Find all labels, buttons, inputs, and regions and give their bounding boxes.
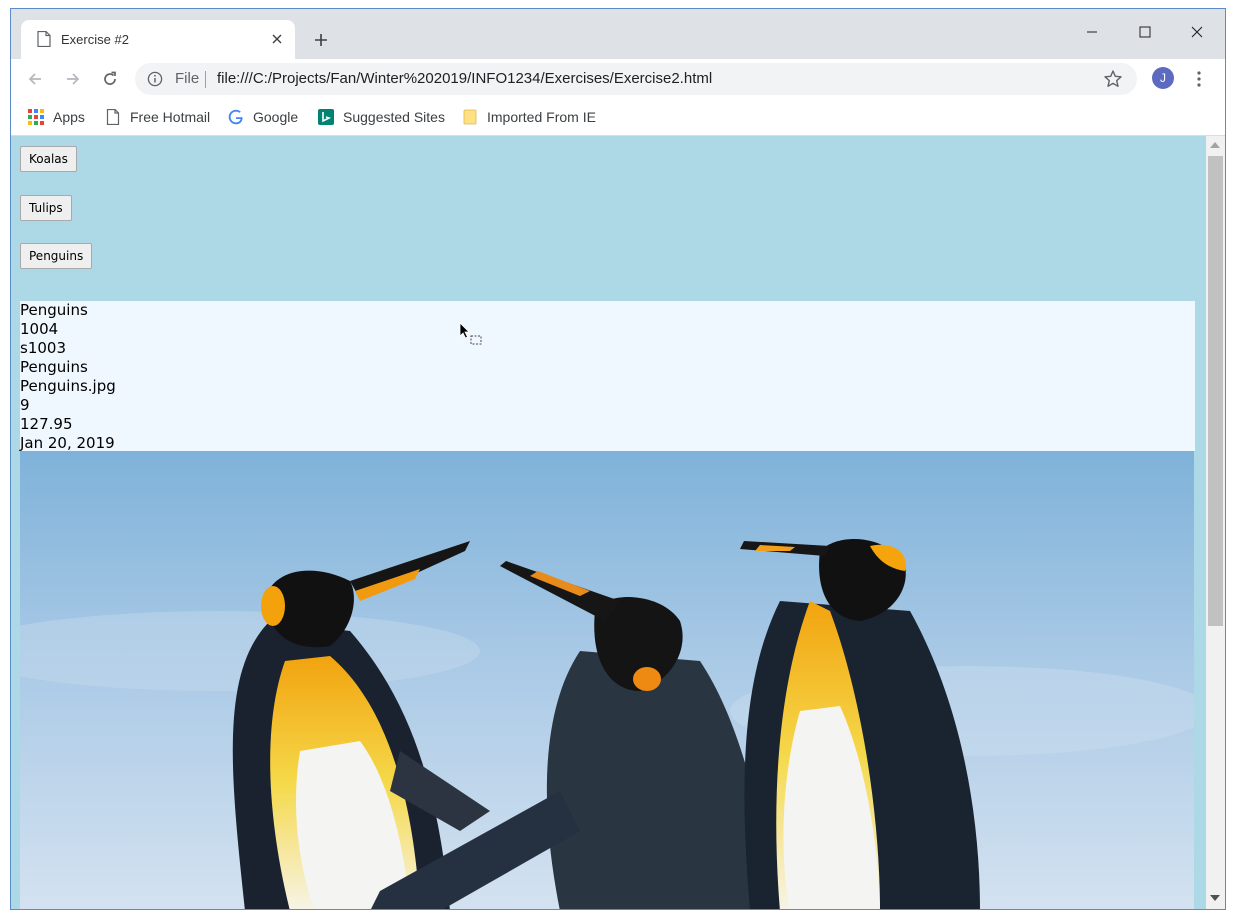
koalas-button[interactable]: Koalas [20,146,77,172]
forward-arrow-icon[interactable] [61,67,85,91]
bookmark-label: Imported From IE [487,109,596,125]
window-close-icon[interactable] [1174,17,1220,47]
browser-window: Exercise #2 File file:///C:/Projects/Fan… [10,8,1226,910]
bing-icon [318,109,334,125]
tulips-button[interactable]: Tulips [20,195,72,221]
info-icon[interactable] [147,71,163,87]
back-arrow-icon[interactable] [23,67,47,91]
vertical-scrollbar[interactable] [1206,136,1225,909]
detail-code: s1003 [20,339,66,357]
scheme-label: File [175,70,200,87]
page-icon [106,109,120,125]
new-tab-plus-icon[interactable] [309,28,333,52]
tab-strip: Exercise #2 [11,9,1225,59]
tab-title: Exercise #2 [61,32,129,47]
apps-grid-icon [28,109,44,125]
details-panel: Penguins 1004 s1003 Penguins Penguins.jp… [20,301,1195,452]
bookmark-google[interactable]: Google [228,107,298,127]
maximize-icon[interactable] [1122,17,1168,47]
toolbar: File file:///C:/Projects/Fan/Winter%2020… [11,59,1225,99]
bookmark-suggested-sites[interactable]: Suggested Sites [318,107,445,127]
bookmark-label: Google [253,109,299,125]
page-content[interactable]: Koalas Tulips Penguins Penguins 1004 s10… [11,136,1206,909]
bookmark-label: Suggested Sites [343,109,445,125]
scrollbar-thumb[interactable] [1208,156,1223,626]
detail-price: 127.95 [20,415,73,433]
url-text[interactable]: file:///C:/Projects/Fan/Winter%202019/IN… [217,70,712,87]
profile-avatar[interactable]: J [1152,67,1174,89]
scroll-up-arrow-icon[interactable] [1210,142,1220,148]
bookmarks-bar: Apps Free Hotmail Google Suggested Sites [11,99,1225,136]
detail-filename: Penguins.jpg [20,377,116,395]
google-icon [228,109,243,125]
bookmark-label: Free Hotmail [130,109,211,125]
reload-icon[interactable] [98,67,122,91]
scroll-down-arrow-icon[interactable] [1210,895,1220,901]
divider [205,71,206,88]
detail-quantity: 9 [20,396,30,414]
minimize-icon[interactable] [1069,17,1115,47]
bookmark-apps[interactable]: Apps [28,107,85,127]
bookmark-star-icon[interactable] [1103,69,1123,89]
bookmark-label: Apps [53,109,85,125]
page-icon [37,31,51,47]
tab-exercise[interactable]: Exercise #2 [21,20,295,59]
bookmark-free-hotmail[interactable]: Free Hotmail [105,107,210,127]
bookmark-imported-from-ie[interactable]: Imported From IE [462,107,596,127]
penguins-button[interactable]: Penguins [20,243,93,269]
penguins-image [20,451,1194,909]
folder-icon [463,109,477,125]
kebab-menu-icon[interactable] [1189,67,1209,91]
mouse-cursor-icon [459,322,482,345]
detail-title: Penguins [20,358,88,376]
detail-name: Penguins [20,301,88,319]
detail-id: 1004 [20,320,59,338]
tab-close-icon[interactable] [267,29,287,49]
address-bar[interactable]: File file:///C:/Projects/Fan/Winter%2020… [135,63,1137,95]
